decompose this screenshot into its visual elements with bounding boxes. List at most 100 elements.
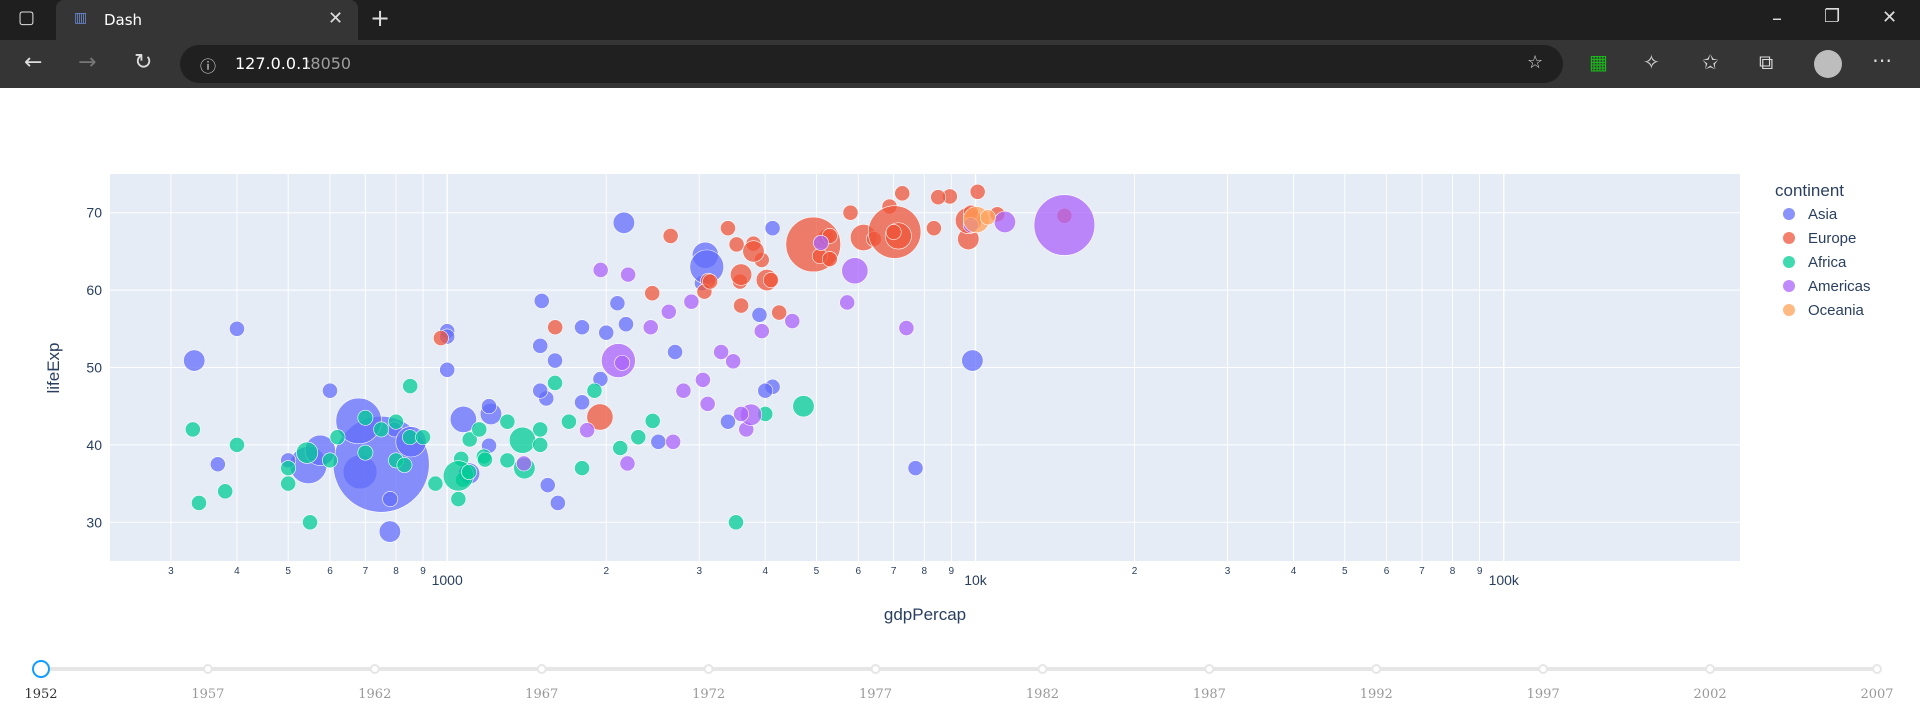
data-point-europe[interactable] bbox=[730, 263, 753, 286]
data-point-americas[interactable] bbox=[620, 266, 636, 283]
data-point-americas[interactable] bbox=[619, 455, 636, 472]
window-close-icon[interactable]: ✕ bbox=[1882, 7, 1897, 28]
slider-mark-dot[interactable] bbox=[1371, 664, 1382, 674]
data-point-africa[interactable] bbox=[357, 444, 374, 461]
data-point-africa[interactable] bbox=[322, 452, 338, 469]
slider-mark-label[interactable]: 1972 bbox=[692, 687, 725, 702]
data-point-asia[interactable] bbox=[764, 220, 781, 237]
slider-mark-label[interactable]: 1962 bbox=[358, 687, 391, 702]
data-point-americas[interactable] bbox=[839, 294, 856, 311]
data-point-africa[interactable] bbox=[396, 457, 413, 473]
data-point-asia[interactable] bbox=[574, 319, 590, 336]
add-favorite-icon[interactable]: ☆ bbox=[1527, 52, 1543, 73]
data-point-africa[interactable] bbox=[561, 413, 577, 430]
data-point-americas[interactable] bbox=[699, 395, 716, 412]
data-point-asia[interactable] bbox=[378, 520, 401, 543]
data-point-africa[interactable] bbox=[280, 475, 297, 492]
legend-marker-oceania[interactable] bbox=[1783, 304, 1795, 316]
data-point-americas[interactable] bbox=[579, 422, 595, 439]
data-point-asia[interactable] bbox=[533, 293, 550, 309]
data-point-europe[interactable] bbox=[894, 185, 911, 202]
data-point-europe[interactable] bbox=[926, 220, 942, 237]
data-point-africa[interactable] bbox=[612, 440, 629, 456]
slider-mark-label[interactable]: 1997 bbox=[1527, 687, 1560, 702]
data-point-africa[interactable] bbox=[461, 464, 477, 480]
legend-label-europe[interactable]: Europe bbox=[1808, 230, 1856, 247]
legend-label-oceania[interactable]: Oceania bbox=[1808, 302, 1865, 319]
data-point-africa[interactable] bbox=[471, 421, 488, 438]
extensions-icon[interactable]: ✧ bbox=[1643, 50, 1660, 74]
data-point-americas[interactable] bbox=[898, 320, 915, 336]
slider-mark-dot[interactable] bbox=[1705, 664, 1716, 674]
data-point-europe[interactable] bbox=[733, 297, 749, 314]
tab-actions-icon[interactable]: ▢ bbox=[18, 7, 35, 28]
data-point-americas[interactable] bbox=[753, 323, 770, 340]
data-point-asia[interactable] bbox=[481, 398, 497, 415]
data-point-africa[interactable] bbox=[532, 436, 549, 453]
data-point-africa[interactable] bbox=[329, 429, 346, 446]
data-point-africa[interactable] bbox=[547, 375, 563, 391]
year-slider[interactable]: 1952 1957 1962 1967 1972 1977 1982 1987 1992 1997… bbox=[0, 650, 1920, 710]
data-point-africa[interactable] bbox=[574, 460, 590, 477]
slider-mark-label[interactable]: 1992 bbox=[1360, 687, 1393, 702]
data-point-africa[interactable] bbox=[415, 429, 431, 446]
data-point-americas[interactable] bbox=[733, 406, 749, 422]
slider-mark-label[interactable]: 1977 bbox=[859, 687, 892, 702]
data-point-americas[interactable] bbox=[665, 433, 682, 450]
data-point-europe[interactable] bbox=[969, 183, 986, 200]
legend-label-americas[interactable]: Americas bbox=[1808, 278, 1871, 295]
back-icon[interactable]: ← bbox=[24, 50, 42, 75]
data-point-europe[interactable] bbox=[702, 273, 718, 290]
data-point-asia[interactable] bbox=[907, 460, 924, 477]
restore-icon[interactable]: ❐ bbox=[1824, 6, 1840, 27]
data-point-europe[interactable] bbox=[547, 319, 564, 336]
data-point-europe[interactable] bbox=[885, 224, 902, 240]
data-point-asia[interactable] bbox=[532, 337, 549, 354]
scatter-chart[interactable]: 3 4 5 6 7 8 9 1000 2 3 4 5 6 7 8 9 10k 2 3 4 5 6 7 8 9 100k 30 40 5… bbox=[0, 88, 1920, 648]
data-point-africa[interactable] bbox=[229, 436, 245, 453]
slider-mark-dot[interactable] bbox=[536, 664, 547, 674]
data-point-americas[interactable] bbox=[515, 455, 532, 472]
data-point-europe[interactable] bbox=[842, 204, 859, 221]
data-point-asia[interactable] bbox=[618, 316, 634, 333]
data-point-africa[interactable] bbox=[499, 452, 516, 469]
data-point-asia[interactable] bbox=[532, 382, 549, 399]
browser-tab-dash[interactable]: ▥ Dash ✕ bbox=[56, 0, 358, 40]
legend[interactable]: Asia Europe Africa Americas Oceania bbox=[1783, 206, 1871, 319]
data-point-americas[interactable] bbox=[642, 319, 659, 336]
data-point-africa[interactable] bbox=[373, 421, 390, 438]
legend-marker-asia[interactable] bbox=[1783, 208, 1795, 220]
data-point-asia[interactable] bbox=[547, 352, 563, 369]
data-point-europe[interactable] bbox=[930, 189, 947, 206]
data-point-africa[interactable] bbox=[191, 495, 207, 511]
data-point-asia[interactable] bbox=[751, 306, 768, 323]
legend-marker-americas[interactable] bbox=[1783, 280, 1795, 292]
legend-marker-africa[interactable] bbox=[1783, 256, 1795, 268]
data-point-americas[interactable] bbox=[841, 257, 869, 285]
data-point-asia[interactable] bbox=[720, 413, 736, 430]
slider-mark-label[interactable]: 1957 bbox=[191, 687, 224, 702]
data-point-americas[interactable] bbox=[660, 303, 677, 320]
data-point-asia[interactable] bbox=[598, 324, 615, 341]
reload-icon[interactable]: ↻ bbox=[134, 50, 152, 75]
data-point-africa[interactable] bbox=[792, 395, 815, 418]
data-point-asia[interactable] bbox=[322, 382, 338, 399]
data-point-asia[interactable] bbox=[667, 344, 683, 360]
data-point-asia[interactable] bbox=[650, 433, 667, 450]
data-point-americas[interactable] bbox=[592, 262, 609, 278]
data-point-asia[interactable] bbox=[961, 349, 984, 372]
data-point-europe[interactable] bbox=[662, 228, 679, 244]
slider-mark-label[interactable]: 2007 bbox=[1860, 687, 1893, 702]
slider-mark-dot[interactable] bbox=[1538, 664, 1549, 674]
favorites-icon[interactable]: ✩ bbox=[1702, 50, 1719, 74]
data-point-africa[interactable] bbox=[357, 409, 374, 426]
data-point-europe[interactable] bbox=[433, 330, 449, 346]
data-point-africa[interactable] bbox=[296, 441, 319, 464]
more-menu-icon[interactable]: ⋯ bbox=[1872, 48, 1892, 72]
data-point-asia[interactable] bbox=[549, 495, 566, 511]
address-bar[interactable]: ⓘ 127.0.0.1 :8050 ☆ bbox=[180, 45, 1563, 83]
data-point-africa[interactable] bbox=[388, 413, 404, 430]
data-point-africa[interactable] bbox=[532, 421, 549, 438]
data-point-africa[interactable] bbox=[586, 382, 603, 399]
slider-mark-dot[interactable] bbox=[202, 664, 213, 674]
